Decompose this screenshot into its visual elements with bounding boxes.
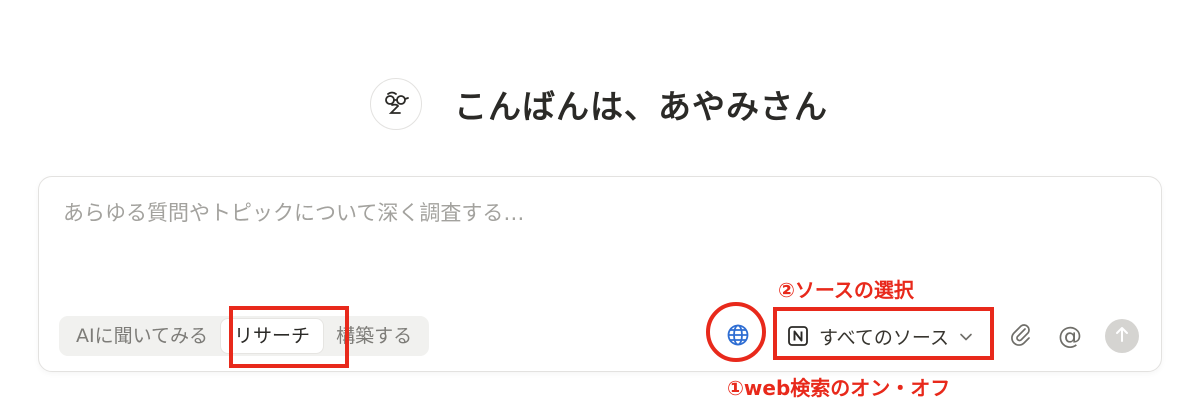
prompt-input[interactable] <box>63 201 963 225</box>
research-highlight-box <box>229 306 349 368</box>
greeting: こんばんは、あやみさん <box>370 76 828 132</box>
mode-tab-ask-ai[interactable]: AIに聞いてみる <box>63 319 221 353</box>
web-toggle-highlight-circle <box>706 302 766 362</box>
avatar <box>370 78 422 130</box>
greeting-title: こんばんは、あやみさん <box>454 87 828 126</box>
source-highlight-box <box>773 307 994 360</box>
arrow-up-icon <box>1114 325 1130 347</box>
mention-button[interactable]: @ <box>1055 321 1085 351</box>
paperclip-icon <box>1010 323 1032 351</box>
glasses-face-icon <box>379 85 413 123</box>
annotation-web-toggle: ①web検索のオン・オフ <box>727 376 951 400</box>
annotation-source-select: ②ソースの選択 <box>778 278 914 302</box>
send-button[interactable] <box>1105 319 1139 353</box>
attach-button[interactable] <box>1007 323 1035 351</box>
